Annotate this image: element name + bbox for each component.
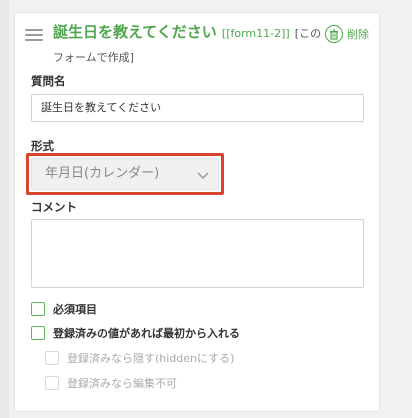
format-label: 形式: [31, 139, 54, 153]
comment-textarea[interactable]: [31, 219, 364, 288]
question-title: 誕生日を教えてください: [53, 23, 217, 41]
noedit-label: 登録済みなら編集不可: [67, 377, 177, 390]
question-header: 誕生日を教えてください [[form11-2]] [このフォームで作成]: [53, 21, 325, 69]
drag-handle-icon[interactable]: [25, 29, 43, 41]
required-label: 必須項目: [53, 303, 97, 316]
question-name-input[interactable]: 誕生日を教えてください: [31, 94, 364, 122]
prefill-label: 登録済みの値があれば最初から入れる: [53, 327, 240, 340]
delete-label: 削除: [347, 28, 369, 41]
format-select[interactable]: 年月日(カレンダー): [31, 158, 219, 190]
prefill-checkbox[interactable]: [31, 326, 45, 340]
sidebar-edge: [0, 0, 9, 418]
question-card: 誕生日を教えてください [[form11-2]] [このフォームで作成] 削除 …: [14, 12, 380, 412]
prefill-option: 登録済みの値があれば最初から入れる: [31, 325, 240, 341]
hide-label: 登録済みなら隠す(hiddenにする): [67, 352, 235, 365]
form-reference: [[form11-2]]: [221, 27, 290, 40]
question-name-label: 質問名: [31, 74, 66, 88]
required-option: 必須項目: [31, 301, 97, 317]
delete-button[interactable]: 削除: [325, 25, 369, 43]
trash-icon: [325, 25, 343, 43]
hide-checkbox[interactable]: [45, 351, 59, 365]
comment-label: コメント: [31, 200, 77, 214]
chevron-down-icon: [197, 172, 209, 180]
required-checkbox[interactable]: [31, 302, 45, 316]
hide-option: 登録済みなら隠す(hiddenにする): [45, 350, 234, 366]
format-select-highlight: 年月日(カレンダー): [26, 153, 224, 195]
noedit-option: 登録済みなら編集不可: [45, 375, 177, 391]
format-select-value: 年月日(カレンダー): [45, 166, 160, 181]
noedit-checkbox[interactable]: [45, 376, 59, 390]
